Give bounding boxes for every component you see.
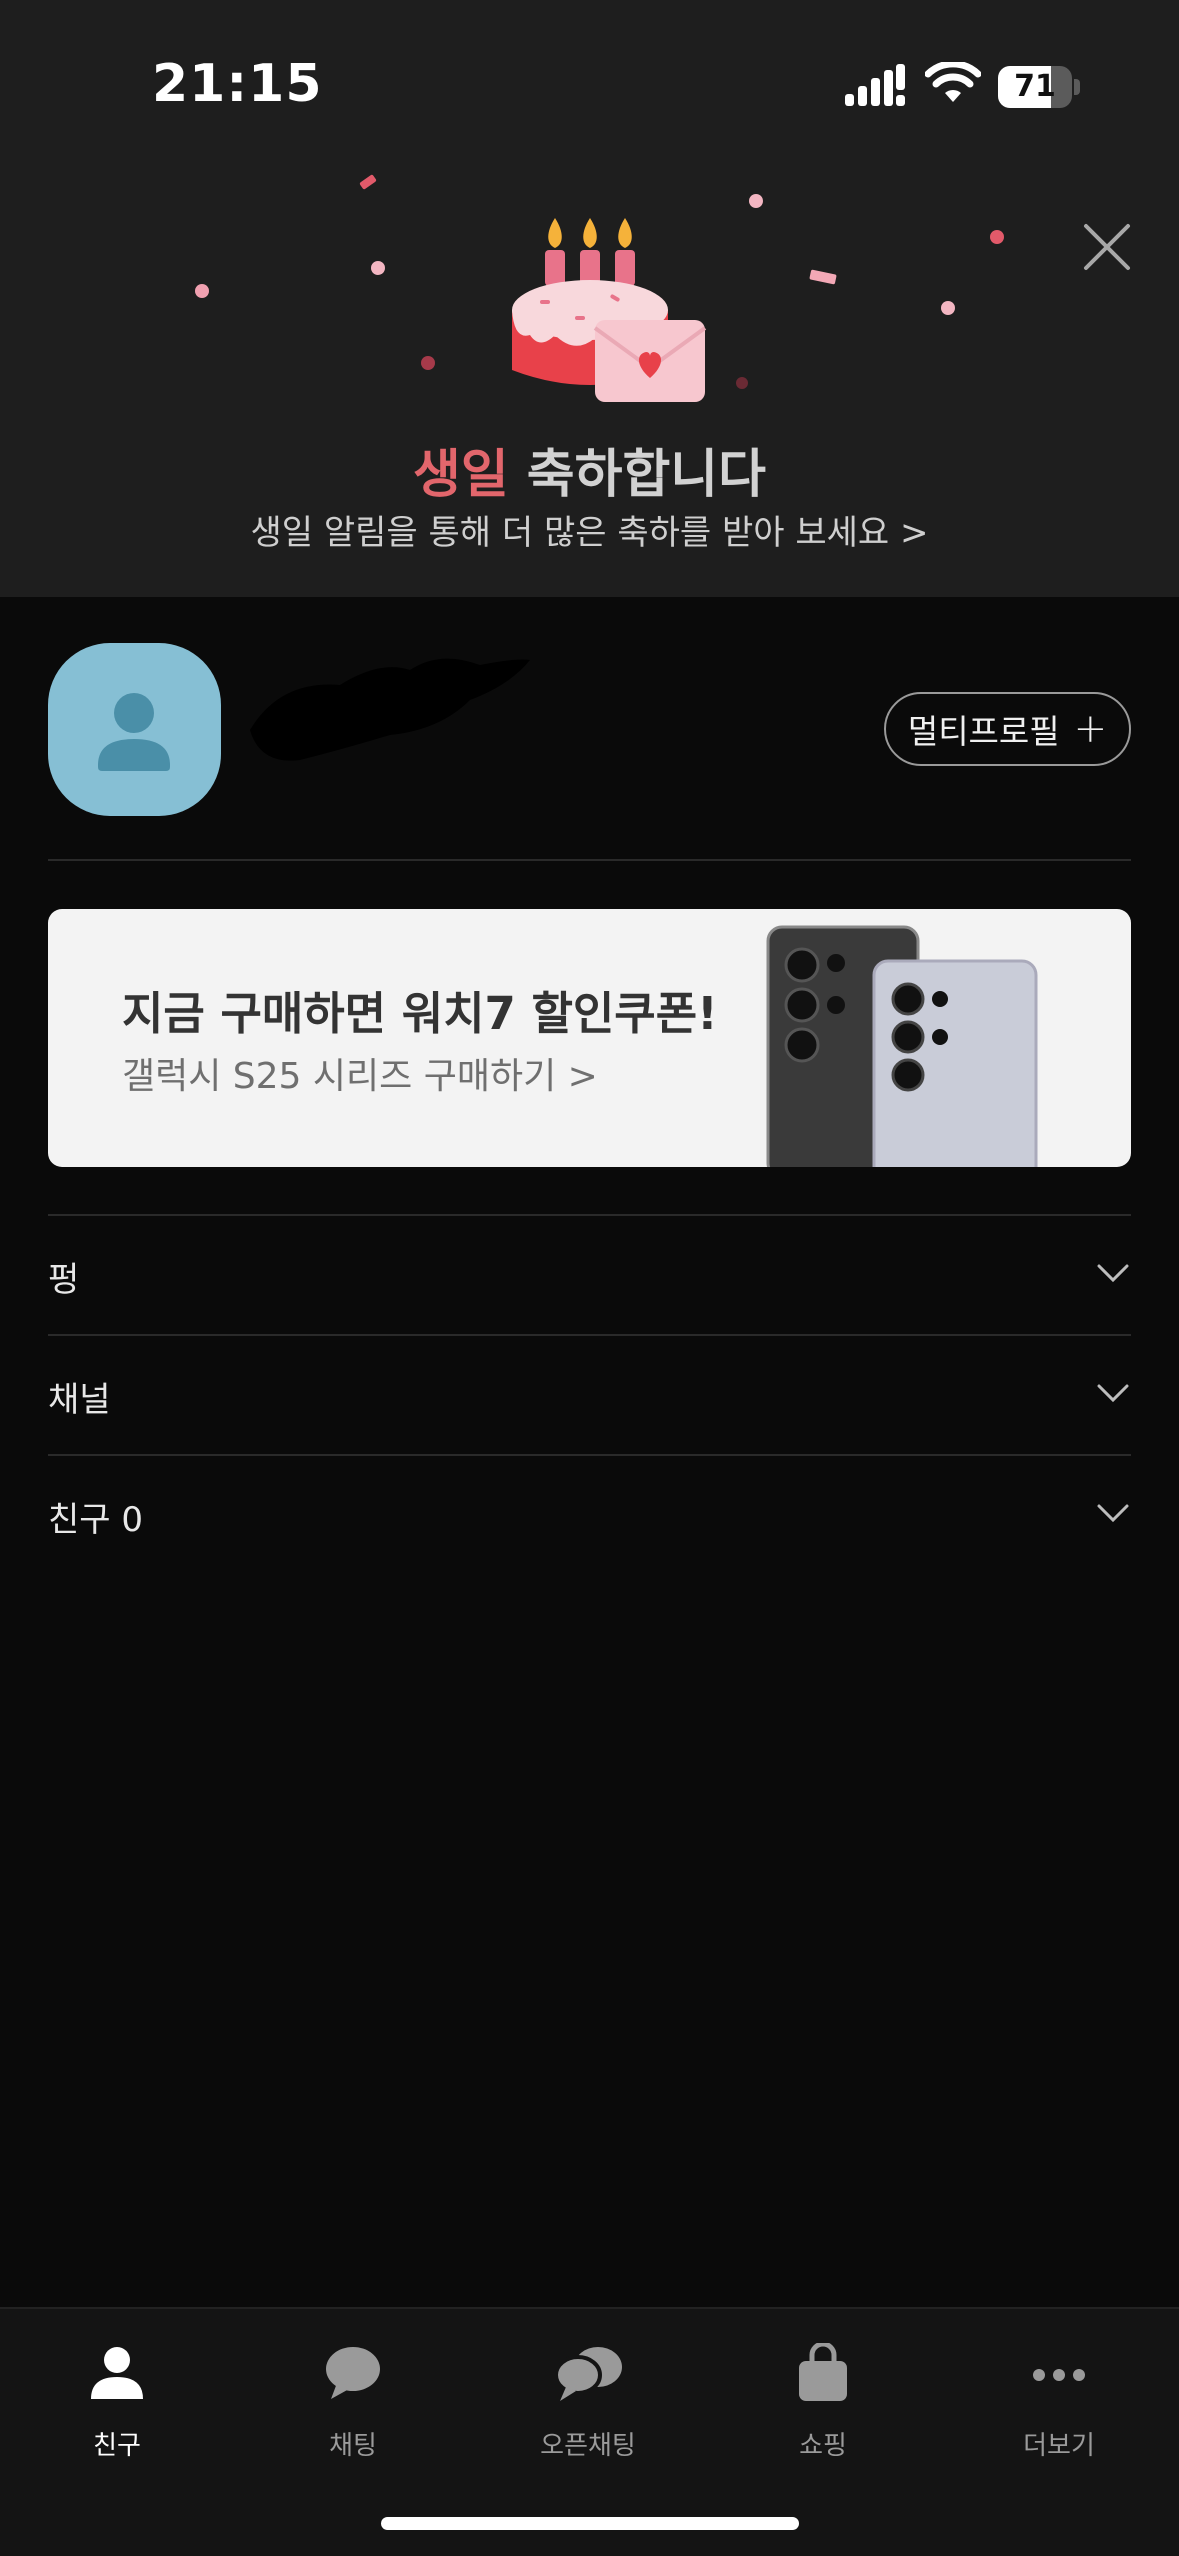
shopping-bag-icon [799, 2343, 847, 2401]
more-dots-icon [1033, 2369, 1085, 2381]
tab-label: 친구 [93, 2431, 141, 2461]
birthday-title: 생일 축하합니다 [0, 432, 1179, 507]
birthday-cake-icon [512, 218, 707, 402]
plus-icon: + [1073, 706, 1108, 752]
tab-chatting[interactable]: 채팅 [273, 2333, 433, 2461]
birthday-title-highlight: 생일 [413, 445, 509, 505]
section-pung[interactable]: 펑 [48, 1216, 1131, 1334]
tab-more[interactable]: 더보기 [979, 2333, 1139, 2461]
section-label: 펑 [48, 1260, 80, 1300]
tab-label: 쇼핑 [799, 2431, 847, 2461]
friends-screen: 21:15 71 생일 축하합니다 생일 알림을 통해 더 많은 축하를 받아 … [0, 0, 1179, 2556]
close-banner-button[interactable] [1080, 220, 1134, 274]
multi-profile-label: 멀티프로필 [907, 712, 1060, 751]
home-indicator[interactable] [381, 2517, 799, 2530]
section-friends[interactable]: 친구 0 [48, 1456, 1131, 1574]
tab-label: 오픈채팅 [540, 2431, 636, 2461]
chevron-down-icon [1097, 1504, 1129, 1523]
confetti-dot [371, 261, 385, 275]
battery-indicator: 71 [998, 66, 1080, 108]
ad-title: 지금 구매하면 워치7 할인쿠폰! [122, 987, 718, 1040]
status-time: 21:15 [152, 54, 323, 114]
my-profile-avatar[interactable] [48, 643, 221, 816]
confetti-dot [736, 377, 748, 389]
chat-bubble-icon [326, 2347, 380, 2399]
ad-banner[interactable]: 지금 구매하면 워치7 할인쿠폰! 갤럭시 S25 시리즈 구매하기 > [48, 909, 1131, 1167]
chevron-down-icon [1097, 1264, 1129, 1283]
multi-profile-button[interactable]: 멀티프로필 + [884, 692, 1131, 766]
smartphone-product-image [766, 925, 1038, 1167]
birthday-title-rest: 축하합니다 [508, 445, 766, 505]
confetti-dot [195, 284, 209, 298]
tab-friends[interactable]: 친구 [37, 2333, 197, 2461]
tab-open-chatting[interactable]: 오픈채팅 [508, 2333, 668, 2461]
birthday-subtitle-link[interactable]: 생일 알림을 통해 더 많은 축하를 받아 보세요 > [0, 505, 1179, 554]
wifi-icon [925, 62, 981, 102]
confetti-dot [990, 230, 1004, 244]
tab-label: 더보기 [1023, 2431, 1095, 2461]
person-icon [91, 2347, 143, 2399]
ad-subtitle: 갤럭시 S25 시리즈 구매하기 > [122, 1056, 598, 1097]
confetti-dot [749, 194, 763, 208]
tab-label: 채팅 [329, 2431, 377, 2461]
confetti-dot [941, 301, 955, 315]
confetti-dot [421, 356, 435, 370]
tab-shopping[interactable]: 쇼핑 [743, 2333, 903, 2461]
section-label: 채널 [48, 1380, 111, 1420]
cellular-signal-icon [845, 64, 905, 106]
chevron-down-icon [1097, 1384, 1129, 1403]
section-label: 친구 0 [48, 1500, 143, 1540]
open-chat-icon [554, 2347, 622, 2401]
section-channel[interactable]: 채널 [48, 1336, 1131, 1454]
default-person-icon [98, 693, 170, 771]
status-bar: 21:15 71 [0, 0, 1179, 150]
redacted-name-scribble [250, 658, 530, 761]
divider [48, 859, 1131, 861]
